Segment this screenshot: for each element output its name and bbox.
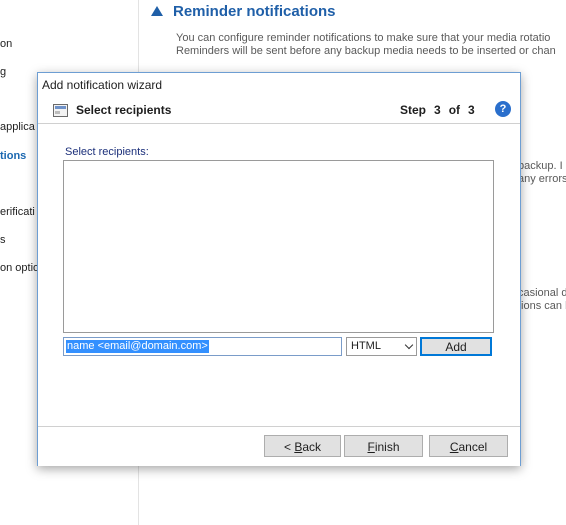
wizard-header: Select recipients Step 3 of 3 ? [38, 97, 520, 124]
recipients-list[interactable] [63, 160, 494, 333]
step-current: 3 [434, 103, 441, 117]
wizard-footer: < Back Finish Cancel [38, 426, 520, 466]
nav-item-6[interactable]: s [0, 234, 6, 246]
recipients-label: Select recipients: [65, 146, 149, 158]
cancel-button[interactable]: Cancel [429, 435, 508, 457]
nav-item-1[interactable]: on [0, 38, 12, 50]
nav-item-5[interactable]: erificati [0, 206, 35, 218]
step-of: of [448, 103, 461, 117]
dialog-titlebar[interactable]: Add notification wizard [38, 73, 520, 98]
nav-item-3[interactable]: applica [0, 121, 35, 133]
wizard-icon [53, 104, 68, 117]
back-button[interactable]: < Back [264, 435, 341, 457]
add-notification-dialog: Add notification wizard Select recipient… [37, 72, 521, 466]
back-rest: ack [302, 440, 322, 454]
nav-item-notifications[interactable]: tions [0, 150, 26, 162]
wizard-step-title: Select recipients [76, 103, 172, 117]
description-line-1: You can configure reminder notifications… [176, 32, 551, 44]
email-input[interactable]: name <email@domain.com> [63, 337, 342, 356]
add-button[interactable]: Add [420, 337, 492, 356]
finish-button[interactable]: Finish [344, 435, 423, 457]
email-input-value: name <email@domain.com> [66, 340, 209, 353]
section-header[interactable]: Reminder notifications [151, 0, 336, 22]
section-title: Reminder notifications [173, 2, 336, 20]
cancel-rest: ancel [458, 440, 488, 454]
chevron-down-icon [404, 340, 414, 350]
bg-text-fragment-3: casional d [518, 287, 566, 299]
nav-item-2[interactable]: g [0, 66, 6, 78]
dialog-title: Add notification wizard [42, 78, 163, 92]
back-prefix: < [283, 440, 295, 454]
bg-text-fragment-2: any errors [518, 173, 566, 185]
step-total: 3 [468, 103, 475, 117]
wizard-content: Select recipients: name <email@domain.co… [38, 124, 520, 426]
step-indicator: Step 3 of 3 [400, 103, 475, 117]
finish-rest: inish [374, 440, 400, 454]
bg-text-fragment-1: backup. I [518, 160, 563, 172]
bg-text-fragment-4: tions can b [518, 300, 566, 312]
step-word: Step [400, 103, 427, 117]
help-icon[interactable]: ? [495, 101, 511, 117]
description-line-2: Reminders will be sent before any backup… [176, 45, 556, 57]
format-select[interactable]: HTML [346, 337, 417, 356]
collapse-triangle-icon[interactable] [151, 6, 163, 16]
finish-mnemonic: F [367, 440, 375, 454]
format-select-value: HTML [351, 340, 381, 352]
nav-item-7[interactable]: on optio [0, 262, 39, 274]
